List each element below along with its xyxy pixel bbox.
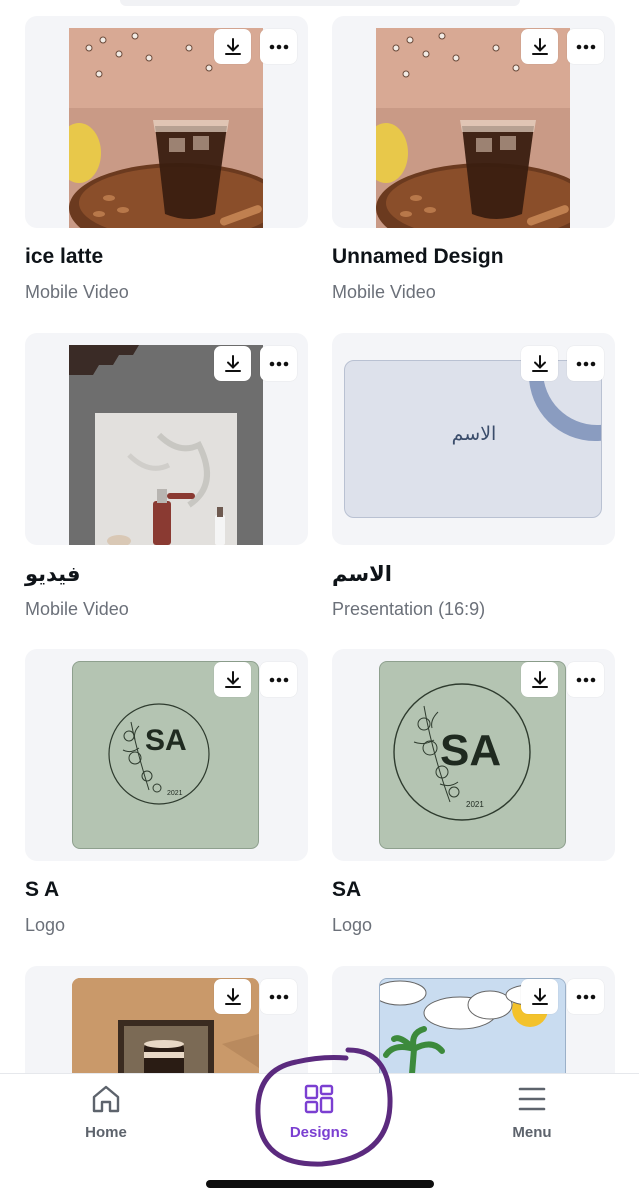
download-icon [531,37,548,55]
download-icon [224,987,241,1005]
design-type: Mobile Video [25,282,129,302]
logo-monogram: SA [145,724,187,757]
designs-grid-icon [302,1082,336,1116]
design-type: Logo [332,915,373,935]
design-title[interactable]: Unnamed Design [332,245,504,269]
more-options-icon [269,994,288,999]
design-type: Presentation (16:9) [332,599,486,619]
more-options-icon [269,361,288,366]
more-options-button[interactable] [567,29,604,64]
download-button[interactable] [521,979,558,1014]
design-thumbnail[interactable] [25,333,308,545]
design-title[interactable]: SA [332,878,361,902]
more-options-icon [269,677,288,682]
more-options-button[interactable] [260,29,297,64]
hamburger-menu-icon [515,1082,549,1116]
more-options-icon [576,361,595,366]
download-button[interactable] [521,346,558,381]
nav-designs-label: Designs [289,1124,349,1141]
download-icon [531,670,548,688]
home-indicator-bar [206,1180,434,1188]
more-options-icon [576,677,595,682]
design-title[interactable]: ice latte [25,245,103,269]
download-icon [224,670,241,688]
design-thumbnail[interactable]: الاسم [332,333,615,545]
more-options-button[interactable] [567,662,604,697]
more-options-button[interactable] [260,662,297,697]
slide-title-text: الاسم [451,424,497,445]
design-thumbnail[interactable] [25,16,308,228]
download-icon [531,354,548,372]
nav-home[interactable]: Home [46,1082,166,1148]
download-button[interactable] [521,662,558,697]
download-button[interactable] [214,346,251,381]
design-type: Mobile Video [332,282,436,302]
logo-monogram: SA [440,726,502,775]
design-thumbnail[interactable]: SA 2021 [332,649,615,861]
more-options-button[interactable] [567,346,604,381]
more-options-icon [269,44,288,49]
more-options-icon [576,44,595,49]
nav-menu[interactable]: Menu [472,1082,592,1148]
design-title[interactable]: S A [25,878,59,902]
nav-designs[interactable]: Designs [259,1082,379,1148]
presentation-slide: الاسم [344,360,602,518]
more-options-button[interactable] [260,979,297,1014]
nav-menu-label: Menu [512,1124,552,1141]
design-type: Mobile Video [25,599,129,619]
nav-home-label: Home [85,1124,127,1141]
design-thumbnail[interactable]: SA 2021 [25,649,308,861]
previous-card-edge [120,0,520,6]
download-button[interactable] [214,29,251,64]
more-options-button[interactable] [260,346,297,381]
design-thumbnail[interactable] [332,16,615,228]
logo-year: 2021 [466,800,484,809]
download-button[interactable] [214,979,251,1014]
more-options-icon [576,994,595,999]
design-title[interactable]: فيديو [25,562,81,587]
design-title[interactable]: الاسم [332,562,392,587]
download-icon [224,37,241,55]
logo-year: 2021 [167,790,183,797]
download-icon [531,987,548,1005]
download-icon [224,354,241,372]
download-button[interactable] [521,29,558,64]
download-button[interactable] [214,662,251,697]
home-icon [89,1082,123,1116]
design-type: Logo [25,915,66,935]
more-options-button[interactable] [567,979,604,1014]
